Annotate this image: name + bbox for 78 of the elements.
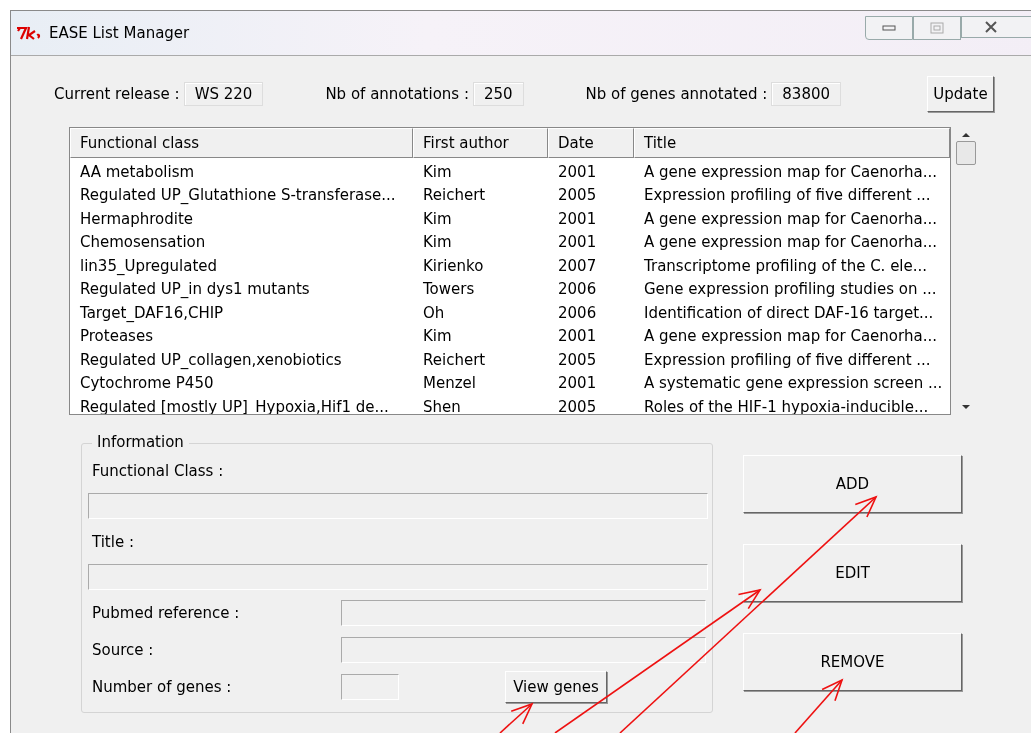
value-display: 83800: [771, 82, 842, 106]
table-cell-text: A gene expression map for Caenorha...: [643, 327, 938, 346]
pubmed-field[interactable]: [340, 599, 706, 626]
source-field[interactable]: [340, 636, 706, 663]
table-cell-text: AA metabolism: [79, 162, 196, 181]
table-cell-text: 2001: [557, 374, 598, 393]
tk-logo-icon: [15, 25, 41, 41]
table-cell-text: Expression profiling of five different ...: [643, 350, 932, 369]
annotation-arrow: [499, 702, 534, 733]
table-cell-text: 2006: [557, 280, 598, 299]
action-button[interactable]: EDIT: [743, 544, 962, 602]
functional-class-field[interactable]: [88, 493, 708, 519]
table-cell-text: Chemosensation: [79, 233, 207, 252]
table-cell-text: Identification of direct DAF-16 target...: [643, 303, 935, 322]
field-label: Nb of annotations :: [325, 85, 469, 103]
column-header[interactable]: Title: [634, 128, 950, 158]
table-cell-text: 2001: [557, 327, 598, 346]
action-button[interactable]: REMOVE: [743, 633, 962, 691]
table-cell-text: 2005: [557, 397, 598, 414]
table-cell-text: 2005: [557, 186, 598, 205]
close-icon: [984, 21, 998, 33]
table-cell-text: Proteases: [79, 327, 154, 346]
table-cell-text: Menzel: [422, 374, 477, 393]
action-button[interactable]: ADD: [743, 455, 962, 513]
maximize-button[interactable]: [913, 16, 961, 40]
table-cell-text: Expression profiling of five different ...: [643, 186, 932, 205]
value-display: WS 220: [183, 82, 264, 106]
table-cell-text: Oh: [422, 303, 446, 322]
field-label: Nb of genes annotated :: [585, 85, 768, 103]
table-cell-text: Kirienko: [422, 256, 485, 275]
table-cell-text: lin35_Upregulated: [79, 256, 218, 275]
table-cell-text: Kim: [422, 233, 453, 252]
field-label: Source :: [91, 640, 155, 659]
table-cell-text: 2001: [557, 233, 598, 252]
close-button[interactable]: [961, 16, 1031, 38]
table-cell-text: A systematic gene expression screen ...: [643, 374, 944, 393]
table-cell-text: A gene expression map for Caenorha...: [643, 233, 938, 252]
field-label: Number of genes :: [91, 677, 233, 696]
table-cell-text: Hermaphrodite: [79, 209, 195, 228]
table-cell-text: 2001: [557, 209, 598, 228]
view-genes-button[interactable]: View genes: [505, 670, 607, 703]
table-cell-text: Target_DAF16,CHIP: [79, 303, 225, 322]
table-cell-text: Kim: [422, 209, 453, 228]
field-label: Title :: [91, 533, 135, 551]
table-cell-text: 2006: [557, 303, 598, 322]
table-cell-text: 2005: [557, 350, 598, 369]
gene-count-field[interactable]: [341, 673, 399, 700]
minimize-icon: [882, 25, 896, 31]
table-cell-text: Regulated UP_Glutathione S-transferase...: [79, 186, 397, 205]
table-cell-text: Roles of the HIF-1 hypoxia-inducible...: [643, 397, 930, 414]
table-cell-text: A gene expression map for Caenorha...: [643, 209, 938, 228]
table-cell-text: Regulated UP_in dys1 mutants: [79, 280, 311, 299]
column-header[interactable]: Functional class: [70, 128, 413, 158]
table-cell-text: Transcriptome profiling of the C. ele...: [643, 256, 929, 275]
table-cell-text: Cytochrome P450: [79, 374, 215, 393]
window-title: EASE List Manager: [49, 24, 190, 42]
column-header[interactable]: Date: [548, 128, 634, 158]
minimize-button[interactable]: [865, 16, 913, 40]
field-label: Pubmed reference :: [91, 603, 241, 622]
table-cell-text: Regulated UP_collagen,xenobiotics: [79, 350, 343, 369]
column-header[interactable]: First author: [413, 128, 548, 158]
table-cell-text: Kim: [422, 162, 453, 181]
table-cell-text: Shen: [422, 397, 462, 414]
update-button[interactable]: Update: [927, 76, 994, 112]
table-cell-text: A gene expression map for Caenorha...: [643, 162, 938, 181]
table-cell-text: 2001: [557, 162, 598, 181]
title-field[interactable]: [88, 564, 708, 590]
table-cell-text: Gene expression profiling studies on ...: [643, 280, 938, 299]
table-cell-text: Reichert: [422, 186, 487, 205]
maximize-icon: [930, 22, 944, 34]
field-label: Current release :: [54, 85, 180, 103]
scroll-thumb[interactable]: [956, 141, 976, 165]
table-cell-text: Reichert: [422, 350, 487, 369]
field-label: Functional Class :: [91, 462, 225, 480]
table-cell-text: Towers: [422, 280, 476, 299]
value-display: 250: [472, 82, 524, 106]
table-cell-text: Kim: [422, 327, 453, 346]
table-cell-text: 2007: [557, 256, 598, 275]
